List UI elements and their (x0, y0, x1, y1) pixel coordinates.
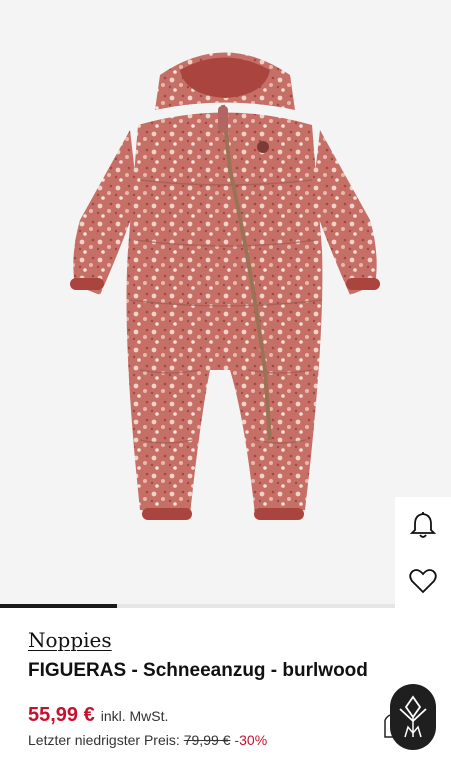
assistant-logo-icon (399, 695, 427, 738)
notify-button[interactable] (403, 505, 443, 545)
side-actions (395, 497, 451, 609)
gallery-progress-fill (0, 604, 118, 608)
bell-icon (410, 512, 436, 538)
brand-link[interactable]: Noppies (28, 628, 112, 652)
vat-note: inkl. MwSt. (100, 708, 169, 724)
heart-icon (409, 569, 437, 594)
gallery-progress (0, 604, 451, 608)
discount-badge: -30% (234, 732, 268, 748)
lowest-price-row: Letzter niedrigster Preis: 79,99 € -30% (28, 732, 267, 748)
lowest-price-label: Letzter niedrigster Preis: (28, 732, 180, 748)
old-price: 79,99 € (183, 732, 231, 748)
assistant-button[interactable] (390, 684, 436, 750)
product-image[interactable] (60, 40, 390, 530)
wishlist-button[interactable] (403, 561, 443, 601)
product-info: Noppies FIGUERAS - Schneeanzug - burlwoo… (28, 628, 431, 682)
current-price: 55,99 € (28, 704, 95, 726)
product-title: FIGUERAS - Schneeanzug - burlwood (28, 660, 368, 681)
product-image-gallery[interactable] (0, 0, 451, 608)
price-row: 55,99 € inkl. MwSt. (28, 704, 168, 727)
